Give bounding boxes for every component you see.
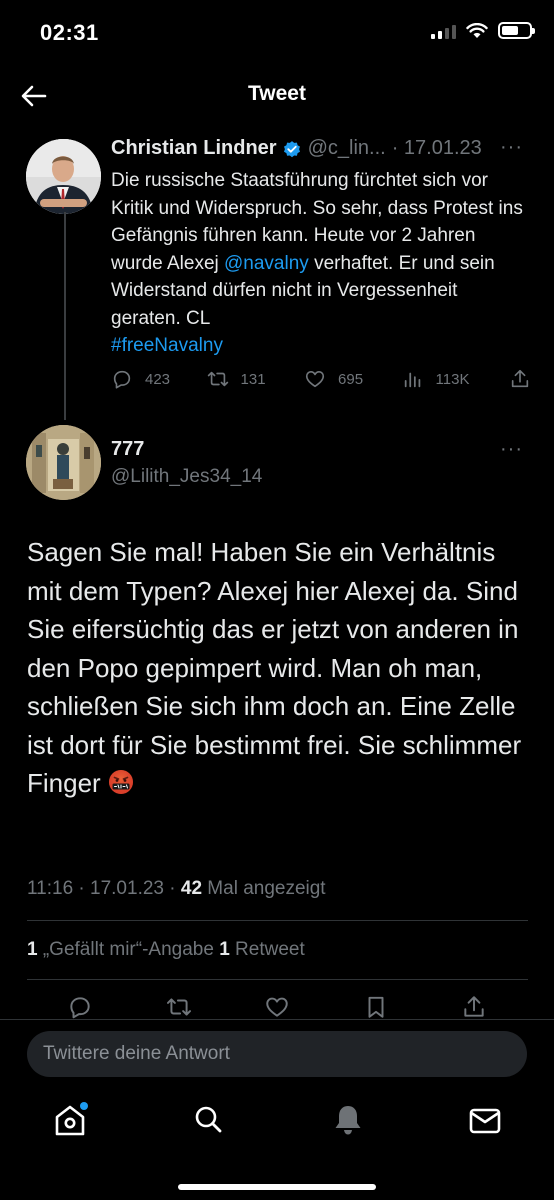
mail-icon [469,1108,501,1134]
likes-count: 1 [27,939,38,960]
reply-icon [113,370,131,389]
heart-icon [305,371,325,388]
share-icon[interactable] [461,994,487,1020]
reply-author-handle[interactable]: @Lilith_Jes34_14 [111,466,262,488]
views-action[interactable]: 113K [402,368,509,390]
status-bar: 02:31 [0,0,554,70]
cellular-signal-icon [431,23,456,39]
notification-dot [80,1102,88,1110]
thread-line [64,212,66,420]
reply-tweet-actions [27,994,527,1020]
reply-composer-bar [0,1019,554,1087]
verified-badge-icon [283,140,300,157]
more-options-icon[interactable]: ··· [500,438,523,461]
reply-author-name[interactable]: 777 [111,438,144,461]
avatar-777[interactable] [26,425,101,500]
reply-timestamp: 11:16 · 17.01.23 · [27,878,181,899]
quoted-tweet-header: Christian Lindner @c_lin... · 17.01.23 [111,137,482,160]
reply-icon[interactable] [67,994,93,1020]
share-action[interactable] [509,368,531,390]
retweet-icon [207,371,228,387]
nav-notifications[interactable] [330,1102,366,1138]
bottom-navigation [0,1088,554,1200]
reply-input[interactable] [27,1031,527,1077]
likes-label: „Gefällt mir“-Angabe [37,939,220,960]
nav-search[interactable] [190,1102,226,1138]
retweets-count: 1 [219,939,230,960]
battery-icon [498,22,535,39]
retweet-icon[interactable] [166,994,192,1020]
reply-action[interactable]: 423 [111,368,207,390]
heart-icon[interactable] [264,994,290,1020]
like-action[interactable]: 695 [304,368,402,390]
nav-messages[interactable] [467,1102,503,1138]
retweet-count: 131 [240,370,266,388]
more-options-icon[interactable]: ··· [500,136,523,159]
tweet-date: · 17.01.23 [391,137,482,159]
share-icon [511,369,529,388]
hashtag-link[interactable]: #freeNavalny [111,335,223,356]
mention-link[interactable]: @navalny [224,253,309,274]
view-label: Mal angezeigt [202,878,326,899]
author-handle[interactable]: @c_lin... [308,137,386,160]
quoted-tweet-text: Die russische Staatsführung fürchtet sic… [111,167,531,360]
nav-home[interactable] [52,1102,88,1138]
retweets-label: Retweet [229,939,305,960]
status-time: 02:31 [40,20,99,45]
reply-engagement-stats[interactable]: 1 „Gefällt mir“-Angabe 1 Retweet [27,939,305,961]
reply-meta: 11:16 · 17.01.23 · 42 Mal angezeigt [27,878,326,900]
home-indicator [178,1184,376,1190]
retweet-action[interactable]: 131 [207,368,305,390]
page-title: Tweet [248,82,306,105]
views-count: 113K [435,370,470,388]
avatar-christian-lindner[interactable] [26,139,101,214]
bell-icon [335,1106,361,1135]
quoted-tweet-actions: 423 131 695 113K [111,368,531,390]
divider [27,920,528,921]
wifi-icon [466,22,488,38]
reply-text-body: Sagen Sie mal! Haben Sie ein Verhältnis … [27,537,522,798]
divider [27,979,528,980]
like-count: 695 [338,370,364,388]
view-count: 42 [180,878,203,899]
status-icons [431,22,535,39]
top-header: Tweet [0,70,554,122]
face-with-symbols-on-mouth-icon [108,770,133,794]
reply-count: 423 [145,370,171,388]
author-name[interactable]: Christian Lindner [111,137,277,160]
bookmark-icon[interactable] [363,994,389,1020]
views-chart-icon [404,372,420,388]
reply-tweet-text: Sagen Sie mal! Haben Sie ein Verhältnis … [27,533,532,803]
search-icon [195,1106,222,1133]
